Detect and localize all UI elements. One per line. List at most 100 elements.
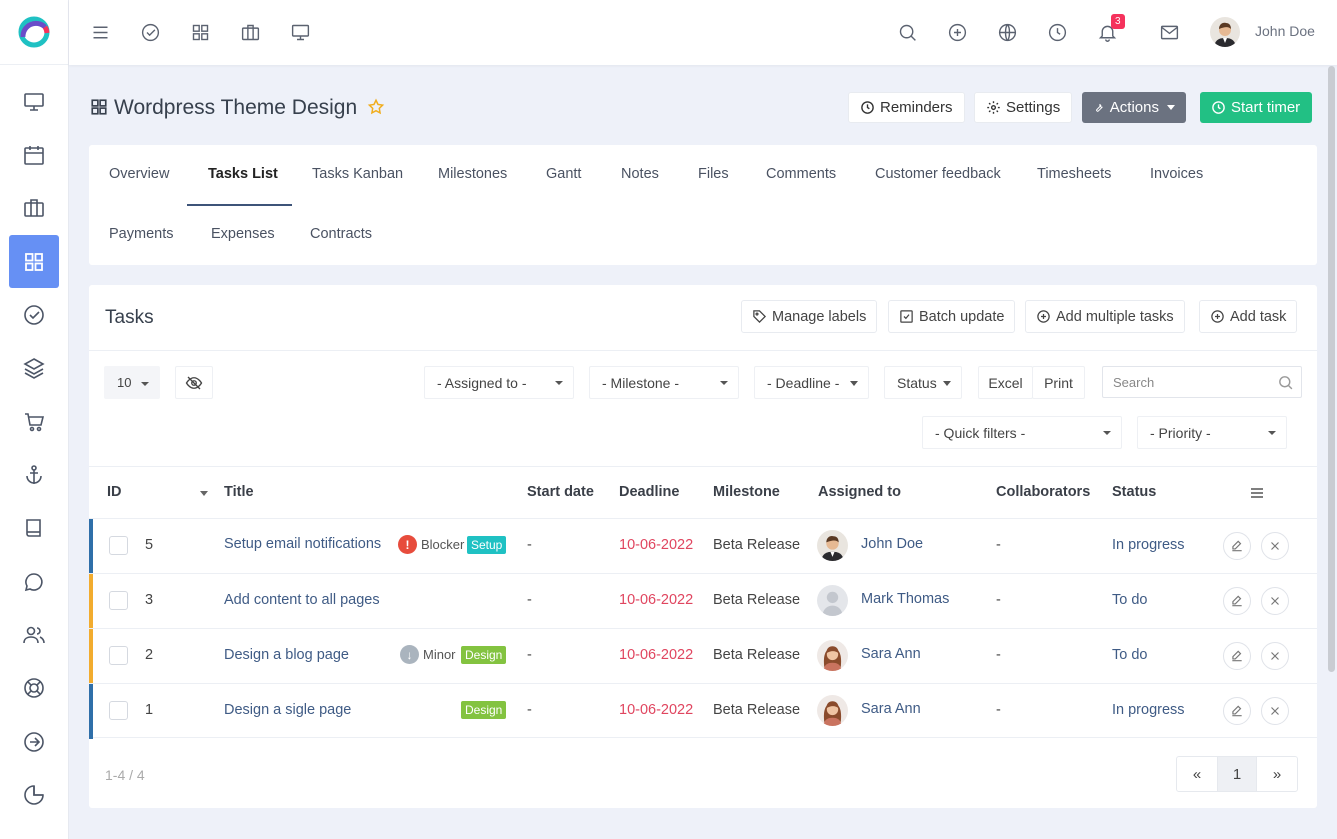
page-1-button[interactable]: 1 [1217,757,1257,791]
add-multiple-tasks-button[interactable]: Add multiple tasks [1025,300,1185,333]
task-title-link[interactable]: Add content to all pages [224,592,380,608]
search-input[interactable]: Search [1102,366,1302,398]
sidebar-item-notes[interactable] [9,501,59,554]
prev-page-button[interactable]: « [1177,757,1217,791]
assigned-to-filter[interactable]: - Assigned to - [424,366,574,399]
sidebar-item-help[interactable] [9,661,59,714]
deadline-filter[interactable]: - Deadline - [754,366,869,399]
column-header-status[interactable]: Status [1112,484,1156,500]
star-icon[interactable] [367,98,385,116]
sidebar-item-sales[interactable] [9,395,59,448]
column-header-deadline[interactable]: Deadline [619,484,679,500]
column-header-start-date[interactable]: Start date [527,484,594,500]
user-avatar[interactable] [1210,17,1240,47]
task-title-link[interactable]: Setup email notifications [224,536,381,552]
batch-update-button[interactable]: Batch update [888,300,1016,333]
task-title-link[interactable]: Design a blog page [224,647,349,663]
priority-filter[interactable]: - Priority - [1137,416,1287,449]
grid-icon[interactable] [188,20,212,44]
print-button[interactable]: Print [1032,366,1085,399]
edit-button[interactable] [1223,642,1251,670]
menu-icon[interactable] [88,20,112,44]
delete-button[interactable] [1261,697,1289,725]
tab-files[interactable]: Files [698,166,729,182]
sidebar-item-tasks[interactable] [9,288,59,341]
next-page-button[interactable]: » [1257,757,1297,791]
sidebar-item-team[interactable] [9,608,59,661]
delete-button[interactable] [1261,532,1289,560]
reminders-button[interactable]: Reminders [848,92,965,123]
settings-button[interactable]: Settings [974,92,1073,123]
status-link[interactable]: To do [1112,647,1147,663]
row-checkbox[interactable] [109,646,128,665]
tab-comments[interactable]: Comments [766,166,836,182]
tab-expenses[interactable]: Expenses [211,226,275,242]
actions-button[interactable]: Actions [1082,92,1186,123]
quick-filters-select[interactable]: - Quick filters - [922,416,1122,449]
plus-circle-icon[interactable] [945,20,969,44]
sidebar-item-events[interactable] [9,128,59,181]
delete-button[interactable] [1261,587,1289,615]
column-header-title[interactable]: Title [224,484,254,500]
sidebar-item-clients[interactable] [9,181,59,234]
user-name[interactable]: John Doe [1255,23,1315,39]
avatar[interactable] [817,585,848,616]
tab-payments[interactable]: Payments [109,226,173,242]
excel-button[interactable]: Excel [978,366,1033,399]
status-filter[interactable]: Status [884,366,962,399]
milestone-filter[interactable]: - Milestone - [589,366,739,399]
tab-tasks-list[interactable]: Tasks List [208,166,278,182]
edit-button[interactable] [1223,532,1251,560]
assignee-link[interactable]: Mark Thomas [861,591,949,607]
status-link[interactable]: To do [1112,592,1147,608]
sidebar-item-reports[interactable] [9,768,59,821]
sidebar-item-dashboard[interactable] [9,75,59,128]
mail-icon[interactable] [1157,20,1181,44]
tab-gantt[interactable]: Gantt [546,166,581,182]
assignee-link[interactable]: Sara Ann [861,701,921,717]
tab-milestones[interactable]: Milestones [438,166,507,182]
tab-invoices[interactable]: Invoices [1150,166,1203,182]
row-checkbox[interactable] [109,701,128,720]
search-icon[interactable] [895,20,919,44]
avatar[interactable] [817,695,848,726]
assignee-link[interactable]: John Doe [861,536,923,552]
app-logo[interactable] [0,0,68,65]
manage-labels-button[interactable]: Manage labels [741,300,878,333]
briefcase-icon[interactable] [238,20,262,44]
tab-customer-feedback[interactable]: Customer feedback [875,166,1001,182]
check-circle-icon[interactable] [138,20,162,44]
clock-icon[interactable] [1045,20,1069,44]
toggle-columns-button[interactable] [175,366,213,399]
edit-button[interactable] [1223,587,1251,615]
tab-notes[interactable]: Notes [621,166,659,182]
column-header-id[interactable]: ID [107,484,122,500]
avatar[interactable] [817,640,848,671]
globe-icon[interactable] [995,20,1019,44]
assignee-link[interactable]: Sara Ann [861,646,921,662]
status-link[interactable]: In progress [1112,702,1185,718]
column-header-assigned-to[interactable]: Assigned to [818,484,901,500]
menu-icon[interactable] [1249,485,1265,501]
sidebar-item-projects[interactable] [9,235,59,288]
page-size-select[interactable]: 10 [104,366,160,399]
status-link[interactable]: In progress [1112,537,1185,553]
delete-button[interactable] [1261,642,1289,670]
sidebar-item-signout[interactable] [9,715,59,768]
sort-desc-icon[interactable] [200,491,208,496]
sidebar-item-messages[interactable] [9,555,59,608]
avatar[interactable] [817,530,848,561]
monitor-icon[interactable] [288,20,312,44]
tab-tasks-kanban[interactable]: Tasks Kanban [312,166,403,182]
column-header-collaborators[interactable]: Collaborators [996,484,1090,500]
tab-contracts[interactable]: Contracts [310,226,372,242]
sidebar-item-leads[interactable] [9,341,59,394]
tab-overview[interactable]: Overview [109,166,169,182]
tab-timesheets[interactable]: Timesheets [1037,166,1111,182]
row-checkbox[interactable] [109,536,128,555]
row-checkbox[interactable] [109,591,128,610]
sidebar-item-prospects[interactable] [9,448,59,501]
start-timer-button[interactable]: Start timer [1200,92,1312,123]
column-header-milestone[interactable]: Milestone [713,484,780,500]
add-task-button[interactable]: Add task [1199,300,1298,333]
